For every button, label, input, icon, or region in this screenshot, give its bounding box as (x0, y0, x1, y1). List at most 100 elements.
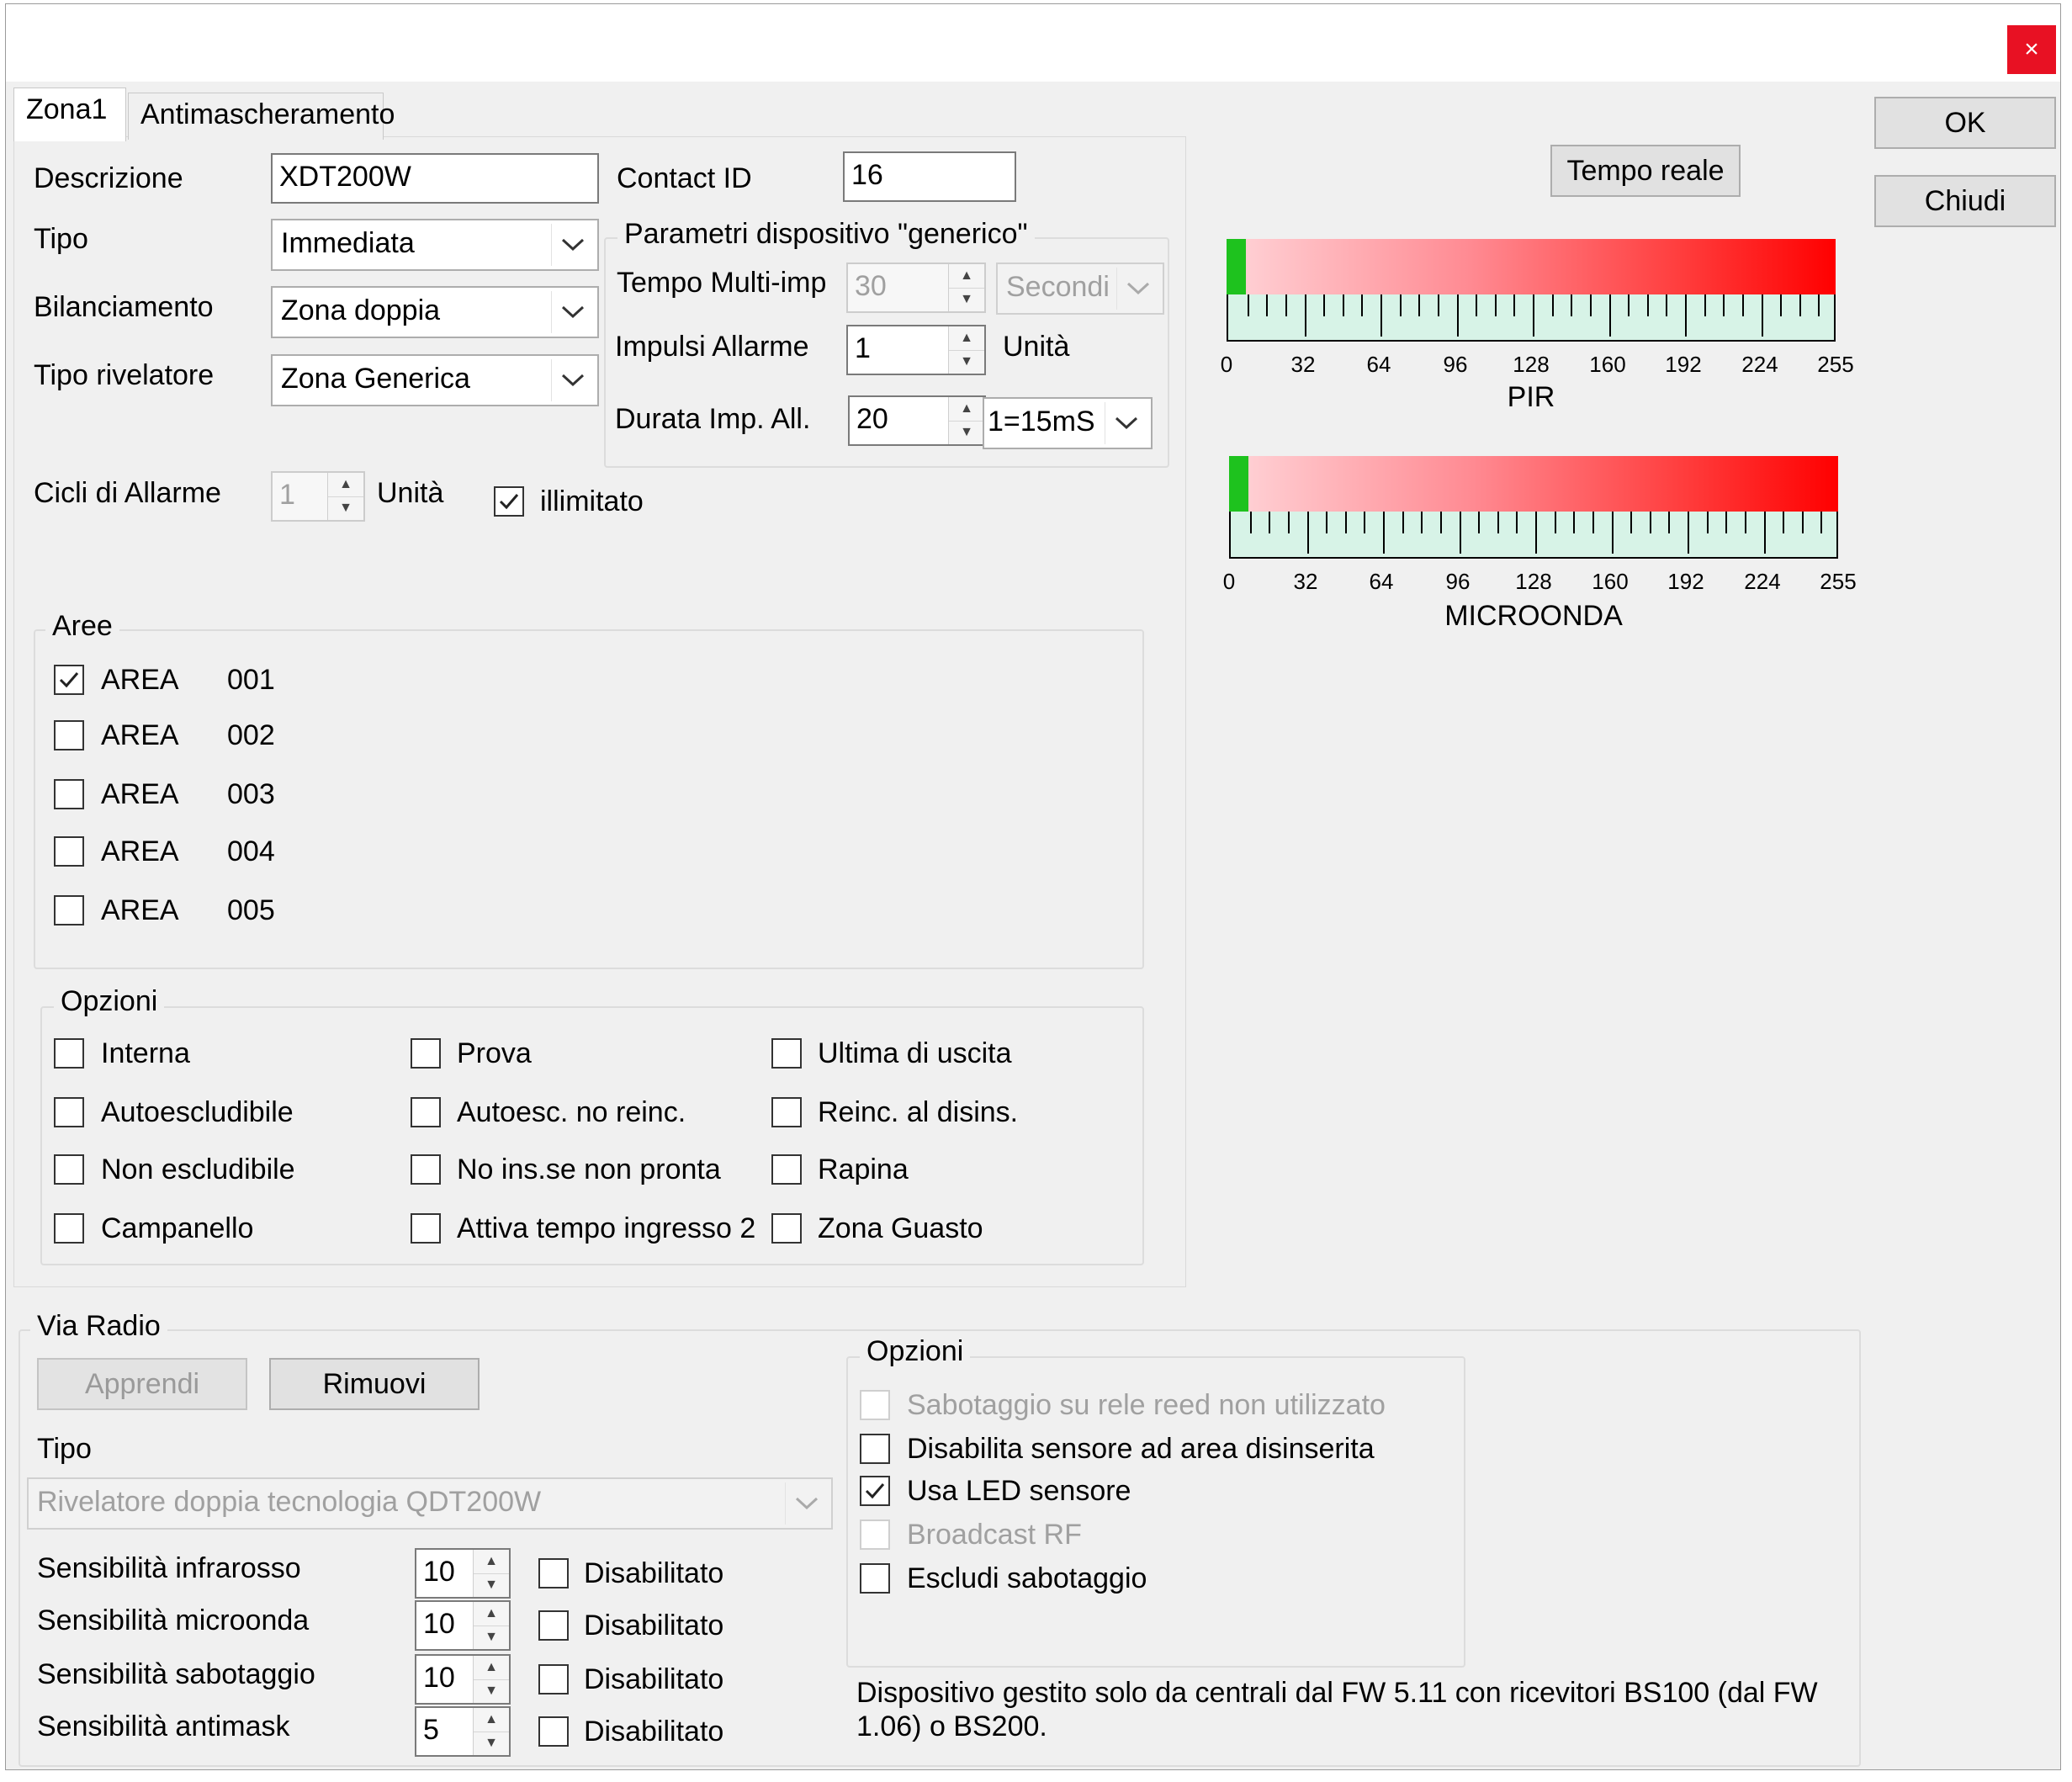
aree-group (34, 629, 1144, 969)
cicli-value: 1 (279, 479, 295, 511)
sens-infrarosso-stepper[interactable]: 10 ▲ ▼ (415, 1548, 511, 1599)
pir-tick (1323, 294, 1325, 316)
area-005-checkbox[interactable] (54, 895, 84, 925)
opt-zona-guasto-checkbox[interactable] (771, 1213, 802, 1244)
micro-tick (1555, 512, 1556, 533)
sens-microonda-stepper[interactable]: 10 ▲ ▼ (415, 1600, 511, 1651)
micro-tick (1269, 512, 1270, 533)
ok-button[interactable]: OK (1874, 97, 2056, 149)
spin-down-icon[interactable]: ▼ (474, 1626, 509, 1649)
pir-tick (1762, 294, 1763, 337)
contact-id-input[interactable]: 16 (843, 151, 1016, 202)
spin-down-icon[interactable]: ▼ (474, 1732, 509, 1755)
opt-usa-led-label: Usa LED sensore (907, 1475, 1131, 1507)
micro-tick (1516, 512, 1518, 533)
durata-stepper[interactable]: 20 ▲ ▼ (848, 395, 986, 446)
illimitato-checkbox[interactable] (494, 486, 524, 517)
opt-ultima-uscita-checkbox[interactable] (771, 1038, 802, 1069)
area-004-checkbox[interactable] (54, 836, 84, 867)
micro-tick (1668, 512, 1670, 533)
sens-infrarosso-disabled-checkbox[interactable] (538, 1558, 569, 1588)
spin-down-icon[interactable]: ▼ (474, 1679, 509, 1703)
opt-prova-checkbox[interactable] (411, 1038, 441, 1069)
pir-gauge-bar (1227, 239, 1836, 294)
close-window-button[interactable]: × (2007, 25, 2056, 74)
sens-antimask-disabled-checkbox[interactable] (538, 1716, 569, 1747)
tipo-rivelatore-select[interactable]: Zona Generica (271, 354, 599, 406)
opt-reinc-disins-label: Reinc. al disins. (818, 1096, 1019, 1128)
micro-title: MICROONDA (1444, 600, 1623, 632)
pir-tick (1343, 294, 1344, 316)
area-003-checkbox[interactable] (54, 779, 84, 809)
chevron-down-icon (1105, 402, 1147, 444)
area-001-checkbox[interactable] (54, 665, 84, 695)
radio-note: Dispositivo gestito solo da centrali dal… (856, 1677, 1818, 1742)
tempo-multi-stepper[interactable]: 30 ▲ ▼ (846, 263, 986, 313)
opt-usa-led-checkbox[interactable] (860, 1476, 890, 1506)
opt-no-ins-checkbox[interactable] (411, 1154, 441, 1185)
sens-antimask-disabled-label: Disabilitato (584, 1716, 724, 1748)
descrizione-label: Descrizione (34, 162, 183, 194)
micro-scale (1229, 512, 1838, 559)
opt-sabotaggio-reed-checkbox[interactable] (860, 1390, 890, 1420)
spin-down-icon[interactable]: ▼ (474, 1573, 509, 1597)
pir-tick (1723, 294, 1725, 316)
pir-tick (1628, 294, 1630, 316)
area-002-checkbox[interactable] (54, 720, 84, 750)
spin-down-icon[interactable]: ▼ (949, 421, 984, 444)
opt-interna-checkbox[interactable] (54, 1038, 84, 1069)
pir-tick-label: 64 (1366, 352, 1391, 377)
radio-tipo-select[interactable]: Rivelatore doppia tecnologia QDT200W (27, 1477, 833, 1530)
sens-antimask-label: Sensibilità antimask (37, 1710, 290, 1742)
sens-microonda-disabled-checkbox[interactable] (538, 1610, 569, 1641)
sens-infrarosso-label: Sensibilità infrarosso (37, 1552, 301, 1584)
tab-zona1[interactable]: Zona1 (13, 88, 126, 141)
opt-autoesc-no-reinc-checkbox[interactable] (411, 1097, 441, 1127)
spin-down-icon[interactable]: ▼ (949, 288, 984, 311)
opt-disabilita-sensore-checkbox[interactable] (860, 1434, 890, 1464)
opt-rapina-checkbox[interactable] (771, 1154, 802, 1185)
descrizione-input[interactable]: XDT200W (271, 153, 599, 204)
bilanciamento-select[interactable]: Zona doppia (271, 286, 599, 338)
opt-broadcast-rf-checkbox[interactable] (860, 1519, 890, 1550)
pir-tick (1590, 294, 1592, 316)
pir-tick (1418, 294, 1420, 316)
opt-reinc-disins-checkbox[interactable] (771, 1097, 802, 1127)
pir-tick-label: 224 (1741, 352, 1778, 377)
durata-unit-select[interactable]: 1=15mS (983, 397, 1153, 449)
opt-non-escludibile-label: Non escludibile (101, 1154, 295, 1185)
opt-non-escludibile-checkbox[interactable] (54, 1154, 84, 1185)
tab-antimascheramento[interactable]: Antimascheramento (128, 93, 395, 140)
opt-rapina-label: Rapina (818, 1154, 909, 1185)
pir-tick (1361, 294, 1363, 316)
pir-tick (1400, 294, 1402, 316)
opt-escludi-sabotaggio-checkbox[interactable] (860, 1563, 890, 1594)
micro-tick (1612, 512, 1614, 554)
apprendi-button[interactable]: Apprendi (37, 1358, 247, 1410)
micro-tick (1497, 512, 1499, 533)
rimuovi-button[interactable]: Rimuovi (269, 1358, 480, 1410)
sens-sabotaggio-disabled-checkbox[interactable] (538, 1664, 569, 1694)
pir-tick (1248, 294, 1249, 316)
opt-campanello-checkbox[interactable] (54, 1213, 84, 1244)
micro-level-fill (1229, 456, 1248, 512)
tipo-select[interactable]: Immediata (271, 219, 599, 271)
impulsi-stepper[interactable]: 1 ▲ ▼ (846, 325, 986, 375)
micro-tick (1364, 512, 1365, 533)
chiudi-button[interactable]: Chiudi (1874, 175, 2056, 227)
tipo-label: Tipo (34, 223, 88, 255)
opt-tempo-ingresso-checkbox[interactable] (411, 1213, 441, 1244)
tempo-reale-button[interactable]: Tempo reale (1550, 145, 1741, 197)
sens-sabotaggio-stepper[interactable]: 10 ▲ ▼ (415, 1654, 511, 1705)
cicli-stepper[interactable]: 1 ▲ ▼ (271, 471, 365, 522)
micro-tick (1421, 512, 1423, 533)
sens-infrarosso-disabled-label: Disabilitato (584, 1557, 724, 1589)
tempo-unit-select[interactable]: Secondi (996, 263, 1164, 315)
aree-title: Aree (45, 609, 119, 643)
spin-down-icon[interactable]: ▼ (949, 350, 984, 374)
opt-autoescludibile-checkbox[interactable] (54, 1097, 84, 1127)
tempo-multi-label: Tempo Multi-imp (617, 267, 827, 299)
spin-down-icon[interactable]: ▼ (328, 496, 363, 520)
sens-antimask-stepper[interactable]: 5 ▲ ▼ (415, 1706, 511, 1757)
opt-campanello-label: Campanello (101, 1212, 254, 1244)
